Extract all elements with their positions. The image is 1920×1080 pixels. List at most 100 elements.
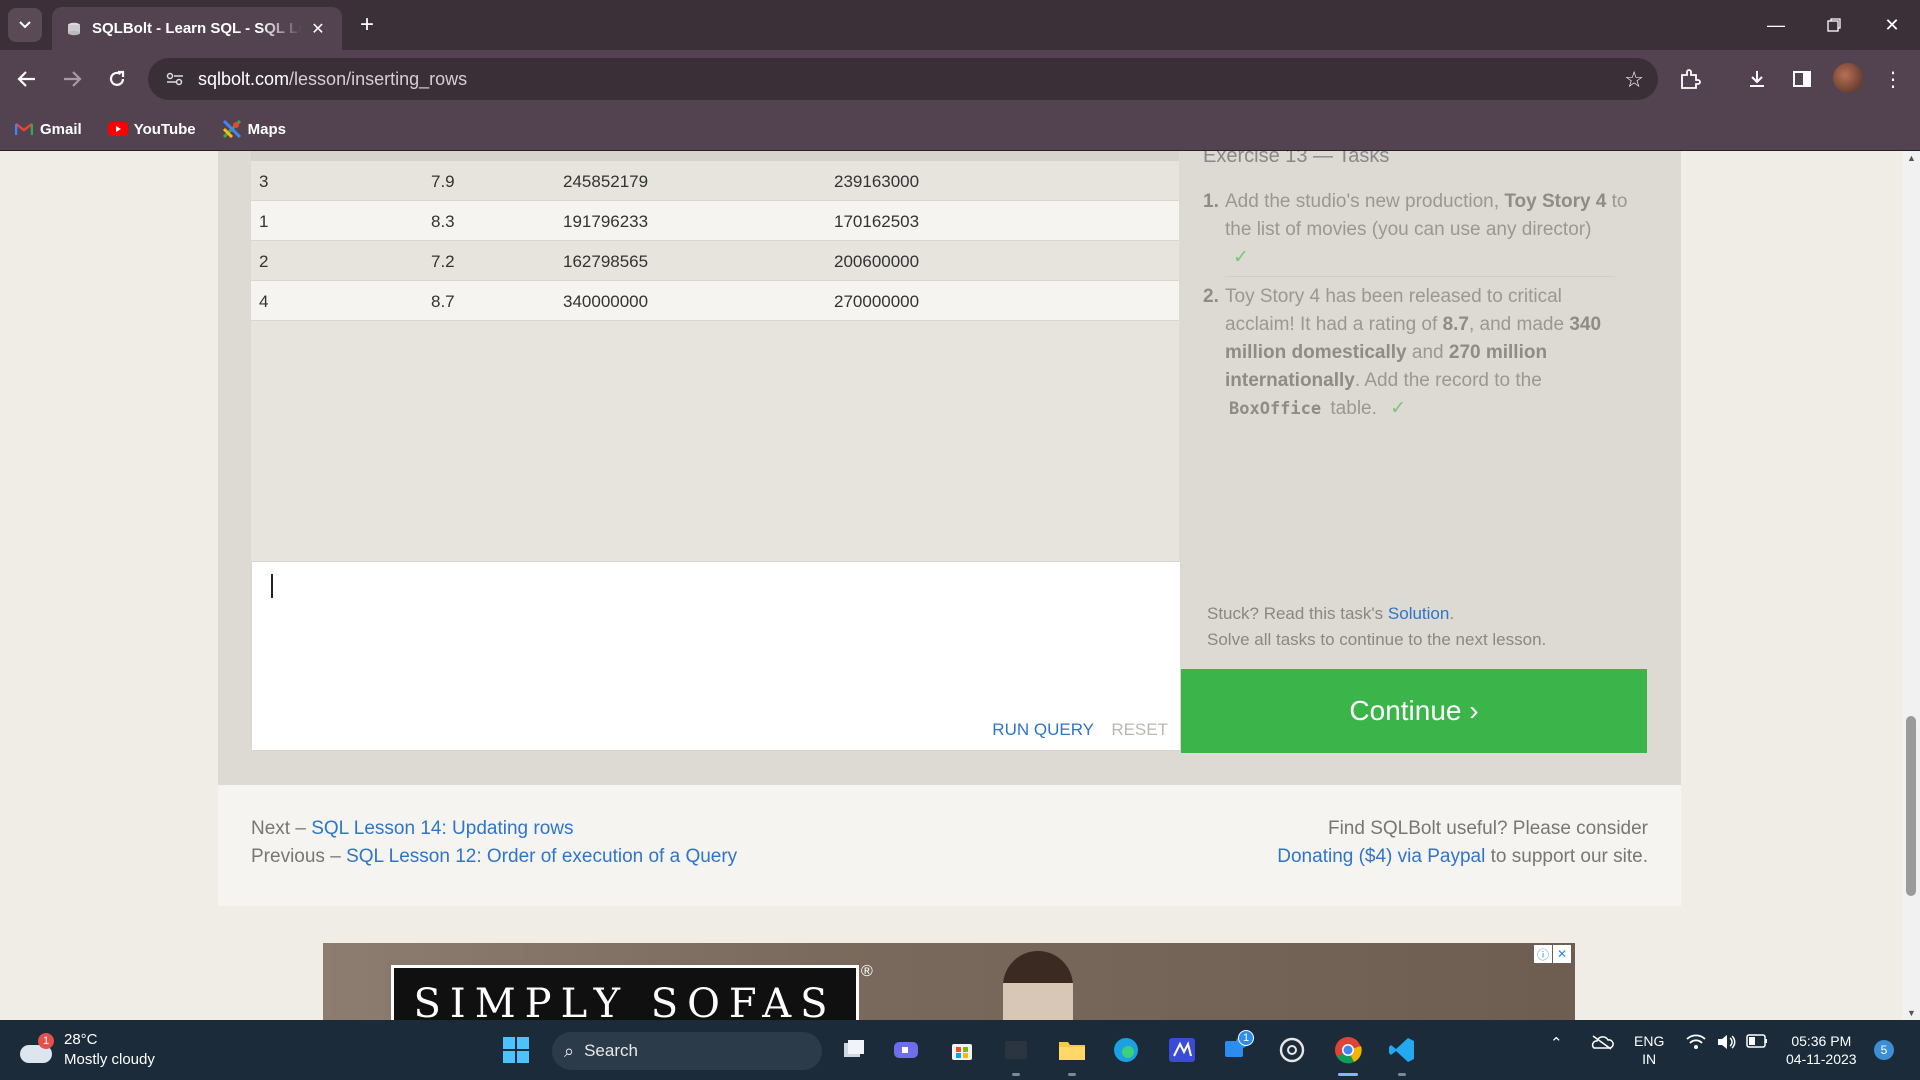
microsoft-store-icon[interactable] bbox=[944, 1032, 980, 1068]
bookmark-maps-label: Maps bbox=[247, 120, 286, 138]
tab-close-icon[interactable]: ✕ bbox=[308, 19, 328, 39]
site-info-icon[interactable] bbox=[164, 68, 186, 90]
lang-region: IN bbox=[1642, 1051, 1657, 1067]
profile-avatar[interactable] bbox=[1833, 63, 1863, 93]
bookmark-youtube-label: YouTube bbox=[133, 120, 196, 138]
browser-titlebar: SQLBolt - Learn SQL - SQL Lesson 13: Ins… bbox=[0, 0, 1920, 50]
edge-browser-icon[interactable] bbox=[1108, 1032, 1144, 1068]
scroll-up-arrow-icon[interactable]: ▲ bbox=[1907, 153, 1916, 163]
table-row: 1 8.3 191796233 170162503 bbox=[251, 201, 1179, 241]
bookmark-youtube[interactable]: YouTube bbox=[107, 120, 196, 138]
windows-taskbar: 1 28°C Mostly cloudy ⌕ Search 1 ⌃ ENG IN… bbox=[0, 1020, 1920, 1080]
advertisement-banner[interactable]: SIMPLY SOFAS ® ⓘ ✕ bbox=[323, 943, 1575, 1020]
browser-tab-active[interactable]: SQLBolt - Learn SQL - SQL Lesson 13: Ins… bbox=[52, 7, 342, 50]
table-cell: 340000000 bbox=[563, 292, 649, 311]
table-cell: 8.3 bbox=[431, 212, 455, 231]
windows-start-icon[interactable] bbox=[498, 1032, 534, 1068]
page-scrollbar[interactable]: ▲ ▼ bbox=[1902, 151, 1920, 1020]
notification-count-badge[interactable]: 5 bbox=[1874, 1040, 1894, 1060]
table-row: 2 7.2 162798565 200600000 bbox=[251, 241, 1179, 281]
menu-kebab-icon[interactable]: ⋮ bbox=[1876, 62, 1910, 96]
side-panel-icon[interactable] bbox=[1785, 62, 1819, 96]
ad-info-icon[interactable]: ⓘ bbox=[1534, 945, 1552, 963]
wifi-icon[interactable] bbox=[1686, 1034, 1706, 1050]
results-header-strip bbox=[251, 151, 1179, 161]
scroll-down-arrow-icon[interactable]: ▼ bbox=[1907, 1008, 1916, 1018]
battery-icon[interactable] bbox=[1746, 1034, 1768, 1048]
table-cell: 7.9 bbox=[431, 172, 455, 191]
youtube-icon bbox=[107, 121, 128, 137]
volume-icon[interactable] bbox=[1716, 1034, 1736, 1050]
task-text: Add the studio's new production, Toy Sto… bbox=[1225, 188, 1633, 272]
sql-editor[interactable]: RUN QUERY RESET bbox=[251, 561, 1181, 751]
input-language-indicator[interactable]: ENG IN bbox=[1634, 1032, 1664, 1068]
solution-link[interactable]: Solution bbox=[1388, 604, 1449, 623]
teams-meet-icon[interactable] bbox=[888, 1032, 924, 1068]
tab-title: SQLBolt - Learn SQL - SQL Lesson 13: Ins… bbox=[92, 20, 302, 37]
next-prefix: Next – bbox=[251, 818, 306, 839]
back-button[interactable] bbox=[10, 62, 44, 96]
close-window-button[interactable]: ✕ bbox=[1864, 0, 1920, 50]
reset-button[interactable]: RESET bbox=[1111, 720, 1168, 740]
app-badge: 1 bbox=[1238, 1030, 1254, 1046]
bookmark-maps[interactable]: Maps bbox=[222, 120, 286, 138]
tab-search-button[interactable] bbox=[8, 8, 42, 42]
donate-paypal-link[interactable]: Donating ($4) via Paypal bbox=[1277, 846, 1485, 867]
task-code-text: BoxOffice bbox=[1229, 399, 1322, 419]
table-cell: 3 bbox=[259, 172, 269, 191]
reload-button[interactable] bbox=[100, 62, 134, 96]
url-path: /lesson/inserting_rows bbox=[289, 68, 468, 89]
chrome-icon[interactable] bbox=[1330, 1032, 1366, 1076]
chatgpt-icon[interactable] bbox=[1274, 1032, 1310, 1068]
task-number: 2. bbox=[1203, 286, 1219, 307]
task-item-2: 2. Toy Story 4 has been released to crit… bbox=[1203, 283, 1633, 423]
browser-toolbar: sqlbolt.com/lesson/inserting_rows ☆ ⋮ bbox=[0, 50, 1920, 108]
donate-text: Find SQLBolt useful? Please consider Don… bbox=[1277, 815, 1648, 871]
task-bold-text: Toy Story 4 bbox=[1504, 191, 1607, 212]
run-query-button[interactable]: RUN QUERY bbox=[992, 720, 1094, 740]
search-icon: ⌕ bbox=[564, 1040, 575, 1061]
address-bar[interactable]: sqlbolt.com/lesson/inserting_rows ☆ bbox=[148, 58, 1658, 100]
weather-widget[interactable]: 1 28°C Mostly cloudy bbox=[20, 1030, 155, 1070]
restore-button[interactable] bbox=[1806, 0, 1862, 50]
continue-button[interactable]: Continue › bbox=[1181, 669, 1647, 753]
previous-prefix: Previous – bbox=[251, 846, 341, 867]
taskbar-search[interactable]: ⌕ Search bbox=[552, 1032, 822, 1070]
extensions-icon[interactable] bbox=[1673, 62, 1707, 96]
new-tab-button[interactable]: + bbox=[352, 10, 382, 40]
table-cell: 239163000 bbox=[834, 172, 920, 191]
task-view-icon[interactable] bbox=[836, 1032, 872, 1068]
ad-badges: ⓘ ✕ bbox=[1533, 945, 1571, 963]
url-host: sqlbolt.com bbox=[198, 68, 290, 89]
bookmark-star-icon[interactable]: ☆ bbox=[1624, 67, 1644, 93]
next-lesson-link[interactable]: SQL Lesson 14: Updating rows bbox=[311, 818, 573, 839]
donate-suffix: to support our site. bbox=[1490, 846, 1648, 867]
lesson-container: 3 7.9 245852179 239163000 1 8.3 19179623… bbox=[218, 151, 1681, 906]
weather-desc: Mostly cloudy bbox=[64, 1051, 155, 1068]
ad-close-icon[interactable]: ✕ bbox=[1553, 945, 1571, 963]
terminal-icon[interactable] bbox=[998, 1032, 1034, 1076]
gmail-icon bbox=[14, 121, 34, 137]
forward-button[interactable] bbox=[55, 62, 89, 96]
text-cursor bbox=[271, 574, 273, 598]
previous-lesson-link[interactable]: SQL Lesson 12: Order of execution of a Q… bbox=[346, 846, 737, 867]
app-icon[interactable] bbox=[1164, 1032, 1200, 1068]
query-results-table: 3 7.9 245852179 239163000 1 8.3 19179623… bbox=[251, 151, 1213, 561]
download-icon[interactable] bbox=[1740, 62, 1774, 96]
weather-text: 28°C Mostly cloudy bbox=[64, 1030, 155, 1070]
messaging-app-icon[interactable]: 1 bbox=[1218, 1030, 1254, 1068]
task-complete-check-icon: ✓ bbox=[1390, 398, 1407, 419]
bookmarks-bar: Gmail YouTube Maps bbox=[0, 108, 1920, 151]
vscode-icon[interactable] bbox=[1384, 1032, 1420, 1076]
restore-icon bbox=[1827, 18, 1841, 32]
donate-line: Find SQLBolt useful? Please consider bbox=[1327, 818, 1648, 839]
url-text: sqlbolt.com/lesson/inserting_rows bbox=[198, 69, 467, 90]
stuck-suffix: . bbox=[1449, 604, 1455, 623]
taskbar-clock[interactable]: 05:36 PM 04-11-2023 bbox=[1786, 1032, 1857, 1068]
page-scroll-thumb[interactable] bbox=[1906, 716, 1916, 896]
minimize-button[interactable]: — bbox=[1748, 0, 1804, 50]
file-explorer-icon[interactable] bbox=[1054, 1032, 1090, 1076]
bookmark-gmail[interactable]: Gmail bbox=[14, 121, 82, 138]
onedrive-offline-icon[interactable] bbox=[1590, 1034, 1614, 1050]
show-hidden-icons-chevron-icon[interactable]: ⌃ bbox=[1550, 1034, 1563, 1052]
